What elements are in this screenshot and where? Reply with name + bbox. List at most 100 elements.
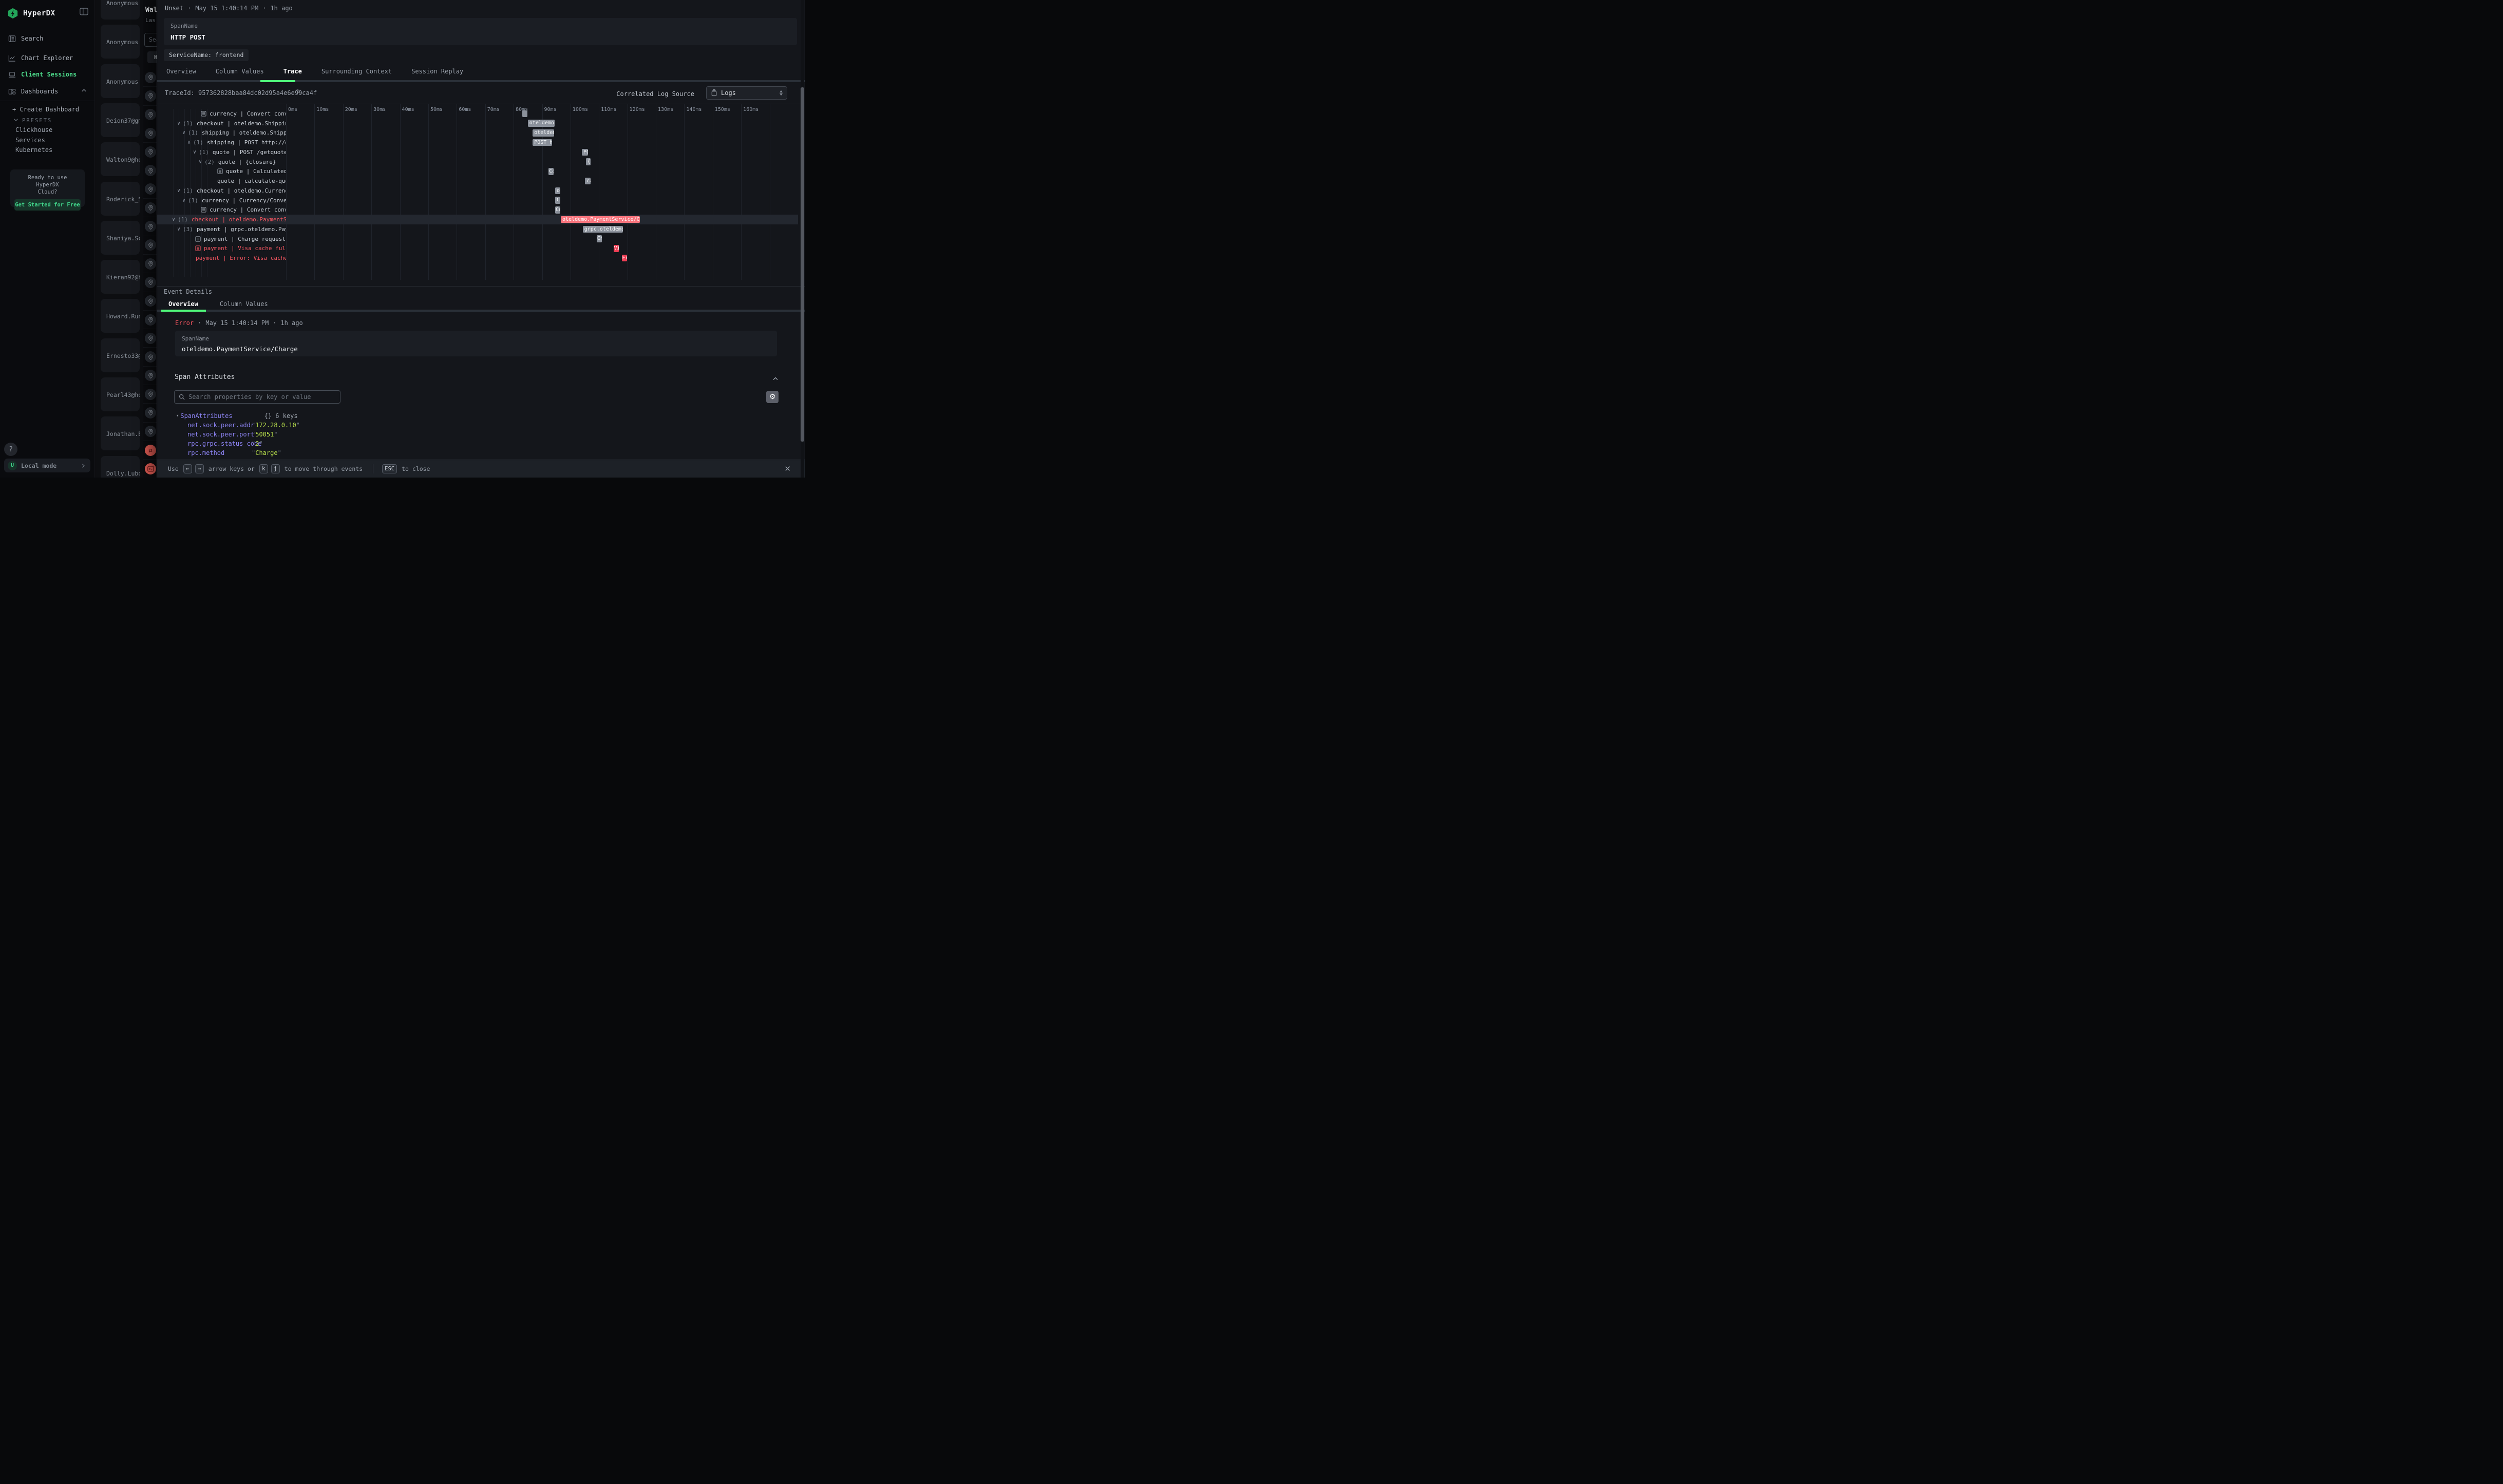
session-event-row[interactable]	[143, 311, 157, 329]
trace-span-row[interactable]: payment | Charge request rec…Charge requ…	[157, 234, 798, 244]
tab-trace[interactable]: Trace	[283, 68, 302, 75]
span-duration-bar[interactable]: POST /getquote	[582, 149, 588, 156]
chevron-down-icon[interactable]: ∨	[187, 140, 191, 145]
event-marker[interactable]	[522, 110, 527, 118]
close-icon[interactable]: ✕	[784, 464, 791, 473]
tab-session-replay[interactable]: Session Replay	[411, 68, 463, 75]
session-list-item[interactable]: Pearl43@ho	[101, 377, 140, 411]
session-list-item[interactable]: Deion37@gm	[101, 103, 140, 137]
session-event-row[interactable]: ⇄	[143, 441, 157, 460]
sidebar-preset-item[interactable]: Services	[15, 137, 52, 144]
trace-span-row[interactable]: quote | calculate-quotecalculate-quote	[157, 176, 798, 186]
session-list-item[interactable]: Roderick_S	[101, 182, 140, 216]
session-list-item[interactable]: Jonathan.B	[101, 416, 140, 450]
session-event-row[interactable]	[143, 106, 157, 124]
span-duration-bar[interactable]: oteldemo.ShippingSe…	[528, 120, 555, 127]
session-event-row[interactable]	[143, 87, 157, 105]
chevron-down-icon[interactable]: ∨	[193, 149, 196, 155]
span-duration-bar[interactable]: calculate-quote	[585, 178, 591, 185]
chevron-down-icon[interactable]: ∨	[199, 159, 202, 165]
session-event-row[interactable]	[143, 255, 157, 273]
local-mode-button[interactable]: U Local mode	[4, 459, 90, 472]
session-event-row[interactable]	[143, 143, 157, 161]
session-event-row[interactable]	[143, 273, 157, 292]
attributes-root-row[interactable]: ▾ SpanAttributes {} 6 keys	[176, 411, 300, 421]
session-list-item[interactable]: Shaniya.Sc	[101, 221, 140, 255]
span-duration-bar[interactable]: oteldemo.CurrencySe…	[555, 187, 561, 195]
sidebar-collapse-icon[interactable]	[80, 8, 88, 17]
span-duration-bar[interactable]: Currency/Convert	[555, 197, 560, 204]
session-event-row[interactable]	[143, 404, 157, 422]
session-event-row[interactable]	[143, 217, 157, 236]
session-list-item[interactable]: Anonymous	[101, 0, 140, 20]
trace-span-row[interactable]: ∨(3)payment | grpc.oteldemo.Paymen…grpc.…	[157, 224, 798, 234]
event-marker[interactable]: Convert convers…	[555, 206, 560, 214]
get-started-button[interactable]: Get Started for Free	[14, 199, 81, 211]
session-list-item[interactable]: Dolly.Lubo	[101, 456, 140, 478]
session-event-row[interactable]	[143, 68, 157, 87]
sidebar-item-chart-explorer[interactable]: Chart Explorer	[0, 51, 95, 65]
session-event-row[interactable]	[143, 180, 157, 199]
attribute-search-input[interactable]: Search properties by key or value	[174, 390, 340, 404]
session-event-row[interactable]	[143, 460, 157, 478]
help-button[interactable]: ?	[4, 443, 17, 456]
session-event-row[interactable]	[143, 423, 157, 441]
event-details-tab-column-values[interactable]: Column Values	[220, 300, 268, 308]
session-event-row[interactable]	[143, 161, 157, 180]
session-event-row[interactable]	[143, 329, 157, 348]
session-event-row[interactable]	[143, 199, 157, 217]
session-event-row[interactable]	[143, 348, 157, 366]
sidebar-preset-item[interactable]: Kubernetes	[15, 146, 52, 154]
span-duration-bar[interactable]: oteldemo.PaymentService/Char…	[561, 216, 640, 223]
session-filter-chip[interactable]: H	[147, 51, 157, 63]
sidebar-item-search[interactable]: Search	[0, 32, 95, 45]
trace-span-row[interactable]: quote | Calculated q…Calculated q…	[157, 167, 798, 177]
trace-span-row[interactable]: ∨(1)checkout | oteldemo.CurrencySe…oteld…	[157, 186, 798, 196]
chevron-down-icon[interactable]: ∨	[172, 217, 175, 222]
attribute-key[interactable]: rpc.grpc.status_code	[187, 440, 252, 447]
sidebar-preset-item[interactable]: Clickhouse	[15, 126, 52, 134]
session-list-item[interactable]: Ernesto33@	[101, 338, 140, 372]
session-event-row[interactable]	[143, 292, 157, 311]
chevron-up-icon[interactable]	[81, 88, 87, 95]
log-source-select[interactable]: Logs	[706, 86, 787, 100]
sidebar-item-client-sessions[interactable]: Client Sessions	[0, 68, 95, 81]
span-duration-bar[interactable]: oteldemo.Shipping…	[533, 129, 554, 137]
trace-span-row[interactable]: payment | Visa cache full: c…Visa cache …	[157, 244, 798, 254]
chevron-down-icon[interactable]: ∨	[182, 130, 185, 136]
attribute-key[interactable]: net.sock.peer.port	[187, 431, 252, 438]
trace-span-row[interactable]: ∨(1)quote | POST /getquotePOST /getquote	[157, 147, 798, 157]
trace-span-row[interactable]: ∨(1)shipping | POST http://quo…POST http…	[157, 138, 798, 147]
session-list-item[interactable]: Anonymous	[101, 25, 140, 59]
tab-overview[interactable]: Overview	[166, 68, 196, 75]
trace-span-row[interactable]: ∨(2)quote | {closure}{closure}	[157, 157, 798, 167]
tab-column-values[interactable]: Column Values	[216, 68, 264, 75]
attribute-key[interactable]: net.sock.peer.addr	[187, 422, 252, 429]
chevron-down-icon[interactable]: ∨	[182, 198, 185, 203]
session-list-item[interactable]: Walton9@ho	[101, 142, 140, 176]
session-list-item[interactable]: Howard.Run	[101, 299, 140, 333]
trace-span-row[interactable]: currency | Convert convers…	[157, 109, 798, 119]
chevron-down-icon[interactable]: ∨	[177, 121, 180, 126]
event-marker[interactable]: Charge request rec…	[597, 235, 602, 242]
event-marker[interactable]: Error: Visa cache ful…	[622, 255, 627, 262]
span-duration-bar[interactable]: {closure}	[586, 158, 591, 165]
sidebar-item-dashboards[interactable]: Dashboards	[0, 85, 95, 98]
span-duration-bar[interactable]: grpc.oteldemo.Paymen…	[583, 226, 623, 233]
session-event-row[interactable]	[143, 367, 157, 385]
chevron-up-icon[interactable]	[772, 374, 779, 384]
scrollbar-thumb[interactable]	[801, 87, 804, 442]
trace-span-row[interactable]: currency | Convert convers…Convert conve…	[157, 205, 798, 215]
presets-toggle[interactable]: PRESETS	[13, 117, 52, 124]
session-event-row[interactable]	[143, 124, 157, 143]
trace-span-row[interactable]: payment | Error: Visa cache ful…Error: V…	[157, 253, 798, 263]
session-event-row[interactable]	[143, 385, 157, 404]
edit-pencil-icon[interactable]: ✎	[296, 88, 301, 96]
gear-icon[interactable]: ⚙	[766, 391, 779, 403]
session-list-item[interactable]: Anonymous	[101, 64, 140, 98]
chevron-down-icon[interactable]: ∨	[177, 226, 180, 232]
trace-span-row[interactable]: ∨(1)shipping | oteldemo.Shipping…oteldem…	[157, 128, 798, 138]
session-event-row[interactable]	[143, 236, 157, 255]
session-search-input[interactable]: Sea	[144, 33, 157, 47]
event-marker[interactable]: Calculated q…	[548, 168, 554, 175]
